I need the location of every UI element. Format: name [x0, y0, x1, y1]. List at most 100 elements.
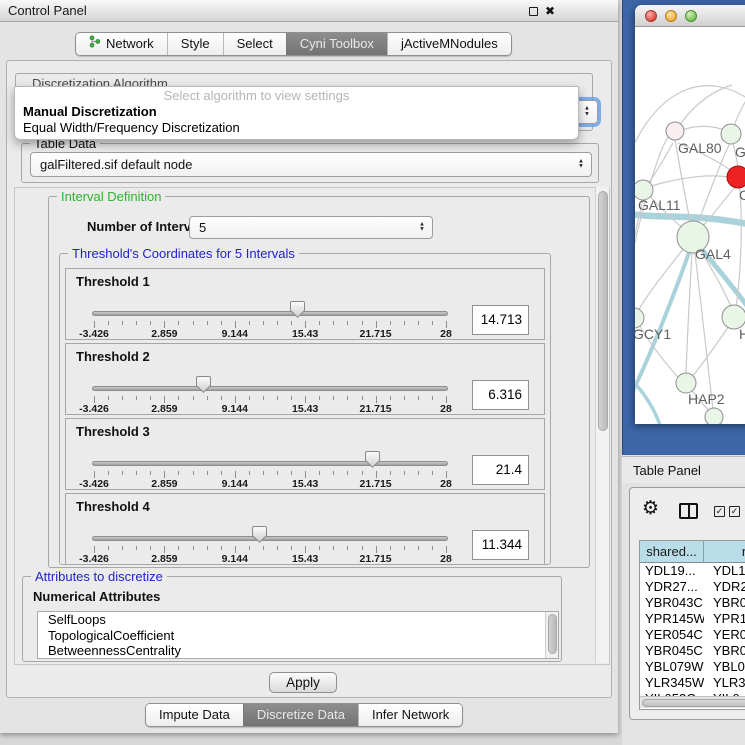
- network-node[interactable]: [721, 124, 741, 144]
- scrollbar-thumb[interactable]: [642, 699, 745, 707]
- float-window-icon[interactable]: [529, 7, 538, 16]
- attribute-item-selfloops[interactable]: SelfLoops: [38, 612, 558, 628]
- threshold-slider-thumb[interactable]: [252, 526, 267, 543]
- node-label-ga: GA: [735, 144, 745, 160]
- threshold-slider-track[interactable]: [92, 536, 448, 541]
- slider-tick: [193, 321, 194, 325]
- table-row[interactable]: YBR043CYBR0: [640, 595, 745, 611]
- table-cell: YER054C: [640, 627, 704, 643]
- table-row[interactable]: YDR27...YDR2: [640, 579, 745, 595]
- checkbox-icon[interactable]: ✓: [714, 506, 725, 517]
- slider-tick: [347, 321, 348, 325]
- split-columns-icon[interactable]: [679, 503, 698, 519]
- close-icon[interactable]: ✖: [545, 6, 555, 16]
- slider-tick: [404, 471, 405, 475]
- table-cell: YDL19...: [640, 563, 704, 579]
- numerical-attributes-label: Numerical Attributes: [33, 589, 160, 604]
- slider-tick: [108, 321, 109, 325]
- network-node[interactable]: [635, 308, 644, 328]
- slider-tick: [207, 471, 208, 475]
- bottom-tab-infer-network[interactable]: Infer Network: [358, 704, 462, 726]
- right-pane: GAL80GACGAL11GAL4GCY1HHAP2 Table Panel ⚙…: [622, 0, 745, 745]
- attribute-item-topologicalcoefficient[interactable]: TopologicalCoefficient: [38, 628, 558, 644]
- checkbox-icon[interactable]: ✓: [729, 506, 740, 517]
- threshold-value-field[interactable]: 14.713: [472, 305, 529, 335]
- column-header-n[interactable]: n: [704, 541, 745, 563]
- cyni-toolbox-panel: Discretization Algorithm ▲▼ Select algor…: [6, 60, 612, 698]
- network-node[interactable]: [666, 122, 684, 140]
- bottom-tab-discretize-data[interactable]: Discretize Data: [243, 704, 358, 726]
- slider-tick: [178, 471, 179, 475]
- screen: Control Panel ✖ NetworkStyleSelectCyni T…: [0, 0, 745, 745]
- slider-tick: [263, 546, 264, 550]
- slider-tick: [221, 546, 222, 550]
- table-cell: YBL079W: [640, 659, 704, 675]
- tab-jactivemnodules[interactable]: jActiveMNodules: [387, 33, 511, 55]
- table-row[interactable]: YLR345WYLR3: [640, 675, 745, 691]
- slider-tick: [108, 471, 109, 475]
- table-data-combobox[interactable]: galFiltered.sif default node ▲▼: [30, 152, 592, 177]
- slider-tick-label: -3.426: [64, 553, 124, 565]
- tab-select[interactable]: Select: [223, 33, 286, 55]
- table-cell: YER0: [704, 627, 745, 643]
- threshold-slider-track[interactable]: [92, 386, 448, 391]
- apply-button[interactable]: Apply: [269, 672, 337, 693]
- control-panel-titlebar: Control Panel ✖: [0, 0, 618, 22]
- slider-tick-label: 15.43: [275, 478, 335, 490]
- minimize-traffic-light-icon[interactable]: [665, 10, 677, 22]
- threshold-slider-thumb[interactable]: [196, 376, 211, 393]
- table-row[interactable]: YBL079WYBL0: [640, 659, 745, 675]
- number-of-intervals-combobox[interactable]: 5 ▲▼: [189, 216, 433, 239]
- table-horizontal-scrollbar[interactable]: [640, 696, 745, 708]
- network-canvas[interactable]: GAL80GACGAL11GAL4GCY1HHAP2: [635, 27, 745, 424]
- slider-tick: [221, 396, 222, 400]
- threshold-value-field[interactable]: 11.344: [472, 530, 529, 560]
- dropdown-option-equal-width-frequency-discretization[interactable]: Equal Width/Frequency Discretization: [15, 120, 578, 136]
- attribute-item-betweennesscentrality[interactable]: BetweennessCentrality: [38, 643, 558, 659]
- network-node[interactable]: [676, 373, 696, 393]
- close-traffic-light-icon[interactable]: [645, 10, 657, 22]
- scrollbar-thumb[interactable]: [598, 191, 608, 431]
- slider-tick: [150, 546, 151, 550]
- slider-tick: [122, 321, 123, 325]
- tab-style[interactable]: Style: [167, 33, 223, 55]
- threshold-slider-track[interactable]: [92, 311, 448, 316]
- threshold-value-field[interactable]: 21.4: [472, 455, 529, 485]
- table-row[interactable]: YBR045CYBR0: [640, 643, 745, 659]
- attributes-list-scrollbar[interactable]: [545, 612, 558, 658]
- threshold-slider-thumb[interactable]: [365, 451, 380, 468]
- dropdown-option-manual-discretization[interactable]: Manual Discretization: [15, 104, 578, 120]
- zoom-traffic-light-icon[interactable]: [685, 10, 697, 22]
- slider-tick: [432, 321, 433, 325]
- table-data-group: Table Data galFiltered.sif default node …: [21, 143, 599, 183]
- table-panel-title: Table Panel: [633, 463, 701, 478]
- slider-tick: [207, 396, 208, 400]
- threshold-slider-thumb[interactable]: [290, 301, 305, 318]
- threshold-label: Threshold 2: [76, 349, 150, 364]
- bottom-tab-impute-data[interactable]: Impute Data: [146, 704, 243, 726]
- slider-tick: [291, 471, 292, 475]
- panel-scrollbar[interactable]: [595, 187, 609, 663]
- slider-tick: [277, 396, 278, 400]
- network-edge: [692, 323, 731, 377]
- scrollbar-thumb[interactable]: [548, 614, 557, 654]
- slider-tick: [390, 546, 391, 550]
- column-header-shared-[interactable]: shared...: [640, 541, 704, 563]
- table-row[interactable]: YER054CYER0: [640, 627, 745, 643]
- network-node[interactable]: [705, 408, 723, 424]
- table-row[interactable]: YPR145WYPR1: [640, 611, 745, 627]
- threshold-value-field[interactable]: 6.316: [472, 380, 529, 410]
- slider-tick: [291, 546, 292, 550]
- table-cell: YBL0: [704, 659, 745, 675]
- threshold-slider-track[interactable]: [92, 461, 448, 466]
- table-cell: YDR27...: [640, 579, 704, 595]
- network-edge: [647, 143, 673, 185]
- tab-cyni-toolbox[interactable]: Cyni Toolbox: [286, 33, 387, 55]
- combo-arrows-icon: ▲▼: [578, 159, 584, 170]
- network-node[interactable]: [727, 166, 745, 188]
- combo-arrows-icon: ▲▼: [584, 107, 590, 118]
- tab-network[interactable]: Network: [76, 33, 167, 55]
- settings-gear-icon[interactable]: ⚙: [642, 498, 659, 520]
- table-cell: YLR3: [704, 675, 745, 691]
- table-row[interactable]: YDL19...YDL1: [640, 563, 745, 579]
